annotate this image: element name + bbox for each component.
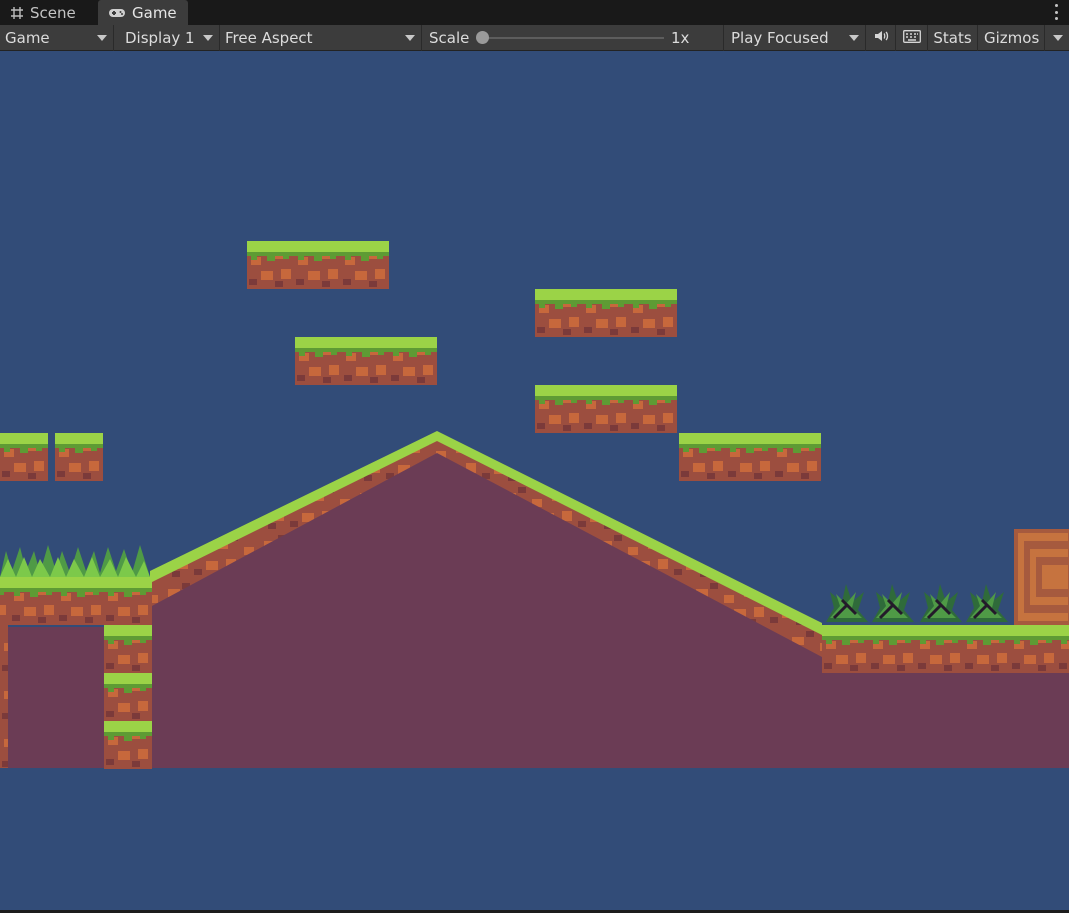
platform-mid-right xyxy=(535,385,677,433)
game-scene xyxy=(0,241,1069,769)
tab-label: Scene xyxy=(30,3,76,22)
display-value: Display 1 xyxy=(125,29,195,47)
grid-icon xyxy=(10,6,24,20)
scale-slider-track[interactable] xyxy=(482,37,664,39)
scale-label: Scale xyxy=(429,29,470,47)
aspect-dropdown[interactable]: Free Aspect xyxy=(220,25,422,51)
platform-mid-left xyxy=(295,337,437,385)
aspect-value: Free Aspect xyxy=(225,29,313,47)
wooden-crate xyxy=(1014,529,1069,625)
platform-top-right xyxy=(535,289,677,337)
tab-game[interactable]: Game xyxy=(98,0,188,25)
platform-far-left xyxy=(0,433,103,481)
display-dropdown[interactable]: Display 1 xyxy=(114,25,220,51)
caret-down-icon xyxy=(405,35,415,41)
scale-slider-handle[interactable] xyxy=(476,31,489,44)
gizmos-dropdown[interactable] xyxy=(1044,25,1069,51)
gamepad-icon xyxy=(108,6,126,20)
caret-down-icon xyxy=(97,35,107,41)
gizmos-button[interactable]: Gizmos xyxy=(978,25,1044,51)
stats-button[interactable]: Stats xyxy=(928,25,978,51)
play-mode-value: Play Focused xyxy=(731,29,829,47)
stats-label: Stats xyxy=(933,29,972,47)
speaker-icon xyxy=(873,29,889,47)
caret-down-icon xyxy=(203,35,213,41)
caret-down-icon xyxy=(849,35,859,41)
shortcuts-button[interactable] xyxy=(896,25,928,51)
right-ground xyxy=(822,625,1069,673)
view-mode-dropdown[interactable]: Game xyxy=(0,25,114,51)
play-mode-dropdown[interactable]: Play Focused xyxy=(724,25,866,51)
more-options-icon[interactable] xyxy=(1053,4,1059,20)
tab-label: Game xyxy=(132,3,177,22)
game-viewport[interactable] xyxy=(0,51,1069,910)
keyboard-icon xyxy=(902,29,921,47)
mute-audio-button[interactable] xyxy=(866,25,896,51)
platform-top-left xyxy=(247,241,389,289)
platform-right-step xyxy=(679,433,821,481)
gizmos-label: Gizmos xyxy=(984,29,1040,47)
caret-down-icon xyxy=(1053,35,1063,41)
scale-value: 1x xyxy=(671,29,690,47)
tab-scene[interactable]: Scene xyxy=(0,0,97,25)
bush-row xyxy=(824,582,1010,624)
tab-bar: Scene Game xyxy=(0,0,1069,25)
view-mode-value: Game xyxy=(5,29,50,47)
